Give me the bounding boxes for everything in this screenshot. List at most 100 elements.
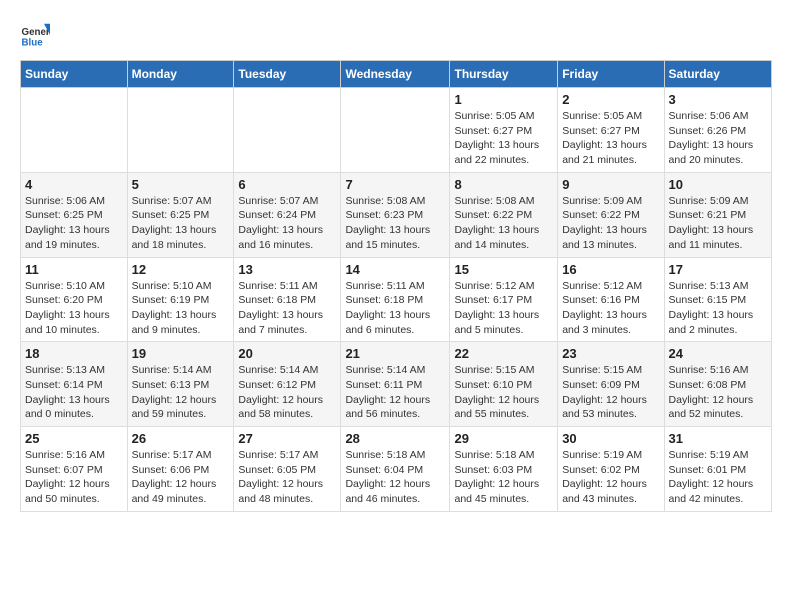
calendar-cell: 21 Sunrise: 5:14 AM Sunset: 6:11 PM Dayli… (341, 342, 450, 427)
cell-day-number: 12 (132, 262, 230, 277)
cell-info: Sunrise: 5:14 AM Sunset: 6:12 PM Dayligh… (238, 363, 336, 422)
calendar-cell: 29Sunrise: 5:18 AM Sunset: 6:03 PM Dayli… (450, 427, 558, 512)
calendar-cell: 8Sunrise: 5:08 AM Sunset: 6:22 PM Daylig… (450, 172, 558, 257)
cell-info: Sunrise: 5:13 AM Sunset: 6:15 PM Dayligh… (669, 279, 767, 338)
cell-info: Sunrise: 5:05 AM Sunset: 6:27 PM Dayligh… (454, 109, 553, 168)
cell-day-number: 15 (454, 262, 553, 277)
cell-info: Sunrise: 5:10 AM Sunset: 6:20 PM Dayligh… (25, 279, 123, 338)
cell-day-number: 6 (238, 177, 336, 192)
calendar-cell: 6Sunrise: 5:07 AM Sunset: 6:24 PM Daylig… (234, 172, 341, 257)
cell-day-number: 3 (669, 92, 767, 107)
calendar-cell: 14 Sunrise: 5:11 AM Sunset: 6:18 PM Dayli… (341, 257, 450, 342)
cell-day-number: 10 (669, 177, 767, 192)
calendar-table: SundayMondayTuesdayWednesdayThursdayFrid… (20, 60, 772, 512)
calendar-cell: 24 Sunrise: 5:16 AM Sunset: 6:08 PM Dayli… (664, 342, 771, 427)
calendar-cell (21, 88, 128, 173)
cell-day-number: 23 (562, 346, 659, 361)
cell-day-number: 13 (238, 262, 336, 277)
calendar-cell: 1 Sunrise: 5:05 AM Sunset: 6:27 PM Daylig… (450, 88, 558, 173)
cell-info: Sunrise: 5:19 AM Sunset: 6:01 PM Dayligh… (669, 448, 767, 507)
calendar-week-3: 11 Sunrise: 5:10 AM Sunset: 6:20 PM Dayli… (21, 257, 772, 342)
calendar-cell (341, 88, 450, 173)
cell-day-number: 30 (562, 431, 659, 446)
calendar-cell: 20 Sunrise: 5:14 AM Sunset: 6:12 PM Dayli… (234, 342, 341, 427)
calendar-cell: 17 Sunrise: 5:13 AM Sunset: 6:15 PM Dayli… (664, 257, 771, 342)
cell-day-number: 16 (562, 262, 659, 277)
calendar-body: 1 Sunrise: 5:05 AM Sunset: 6:27 PM Daylig… (21, 88, 772, 512)
cell-day-number: 24 (669, 346, 767, 361)
calendar-cell: 18 Sunrise: 5:13 AM Sunset: 6:14 PM Dayli… (21, 342, 128, 427)
calendar-cell: 15 Sunrise: 5:12 AM Sunset: 6:17 PM Dayli… (450, 257, 558, 342)
cell-info: Sunrise: 5:15 AM Sunset: 6:10 PM Dayligh… (454, 363, 553, 422)
cell-info: Sunrise: 5:09 AM Sunset: 6:21 PM Dayligh… (669, 194, 767, 253)
svg-text:General: General (22, 27, 51, 38)
calendar-header-saturday: Saturday (664, 61, 771, 88)
calendar-cell: 13 Sunrise: 5:11 AM Sunset: 6:18 PM Dayli… (234, 257, 341, 342)
cell-info: Sunrise: 5:19 AM Sunset: 6:02 PM Dayligh… (562, 448, 659, 507)
cell-info: Sunrise: 5:07 AM Sunset: 6:25 PM Dayligh… (132, 194, 230, 253)
cell-day-number: 27 (238, 431, 336, 446)
calendar-week-2: 4 Sunrise: 5:06 AM Sunset: 6:25 PM Daylig… (21, 172, 772, 257)
calendar-cell: 4 Sunrise: 5:06 AM Sunset: 6:25 PM Daylig… (21, 172, 128, 257)
page-header: General Blue (20, 20, 772, 50)
calendar-cell: 16 Sunrise: 5:12 AM Sunset: 6:16 PM Dayli… (558, 257, 664, 342)
cell-info: Sunrise: 5:17 AM Sunset: 6:05 PM Dayligh… (238, 448, 336, 507)
cell-info: Sunrise: 5:13 AM Sunset: 6:14 PM Dayligh… (25, 363, 123, 422)
calendar-cell: 11 Sunrise: 5:10 AM Sunset: 6:20 PM Dayli… (21, 257, 128, 342)
calendar-cell: 7 Sunrise: 5:08 AM Sunset: 6:23 PM Daylig… (341, 172, 450, 257)
cell-info: Sunrise: 5:14 AM Sunset: 6:11 PM Dayligh… (345, 363, 445, 422)
cell-info: Sunrise: 5:11 AM Sunset: 6:18 PM Dayligh… (345, 279, 445, 338)
cell-day-number: 11 (25, 262, 123, 277)
cell-info: Sunrise: 5:18 AM Sunset: 6:04 PM Dayligh… (345, 448, 445, 507)
cell-day-number: 17 (669, 262, 767, 277)
cell-day-number: 31 (669, 431, 767, 446)
calendar-cell: 30 Sunrise: 5:19 AM Sunset: 6:02 PM Dayli… (558, 427, 664, 512)
cell-day-number: 4 (25, 177, 123, 192)
calendar-cell: 31 Sunrise: 5:19 AM Sunset: 6:01 PM Dayli… (664, 427, 771, 512)
calendar-cell: 28 Sunrise: 5:18 AM Sunset: 6:04 PM Dayli… (341, 427, 450, 512)
cell-day-number: 19 (132, 346, 230, 361)
cell-info: Sunrise: 5:12 AM Sunset: 6:16 PM Dayligh… (562, 279, 659, 338)
calendar-cell: 3Sunrise: 5:06 AM Sunset: 6:26 PM Daylig… (664, 88, 771, 173)
cell-day-number: 28 (345, 431, 445, 446)
cell-day-number: 5 (132, 177, 230, 192)
logo: General Blue (20, 20, 50, 50)
calendar-header-row: SundayMondayTuesdayWednesdayThursdayFrid… (21, 61, 772, 88)
cell-info: Sunrise: 5:16 AM Sunset: 6:08 PM Dayligh… (669, 363, 767, 422)
calendar-header-sunday: Sunday (21, 61, 128, 88)
cell-day-number: 26 (132, 431, 230, 446)
cell-day-number: 1 (454, 92, 553, 107)
cell-info: Sunrise: 5:14 AM Sunset: 6:13 PM Dayligh… (132, 363, 230, 422)
calendar-week-1: 1 Sunrise: 5:05 AM Sunset: 6:27 PM Daylig… (21, 88, 772, 173)
calendar-week-4: 18 Sunrise: 5:13 AM Sunset: 6:14 PM Dayli… (21, 342, 772, 427)
cell-info: Sunrise: 5:18 AM Sunset: 6:03 PM Dayligh… (454, 448, 553, 507)
cell-info: Sunrise: 5:11 AM Sunset: 6:18 PM Dayligh… (238, 279, 336, 338)
cell-day-number: 22 (454, 346, 553, 361)
calendar-cell: 12 Sunrise: 5:10 AM Sunset: 6:19 PM Dayli… (127, 257, 234, 342)
cell-info: Sunrise: 5:10 AM Sunset: 6:19 PM Dayligh… (132, 279, 230, 338)
cell-day-number: 20 (238, 346, 336, 361)
cell-day-number: 18 (25, 346, 123, 361)
cell-day-number: 25 (25, 431, 123, 446)
calendar-cell: 2 Sunrise: 5:05 AM Sunset: 6:27 PM Daylig… (558, 88, 664, 173)
cell-info: Sunrise: 5:05 AM Sunset: 6:27 PM Dayligh… (562, 109, 659, 168)
cell-day-number: 14 (345, 262, 445, 277)
cell-day-number: 21 (345, 346, 445, 361)
cell-info: Sunrise: 5:12 AM Sunset: 6:17 PM Dayligh… (454, 279, 553, 338)
calendar-cell (127, 88, 234, 173)
cell-day-number: 9 (562, 177, 659, 192)
calendar-header-monday: Monday (127, 61, 234, 88)
calendar-week-5: 25Sunrise: 5:16 AM Sunset: 6:07 PM Dayli… (21, 427, 772, 512)
cell-info: Sunrise: 5:08 AM Sunset: 6:23 PM Dayligh… (345, 194, 445, 253)
calendar-header-thursday: Thursday (450, 61, 558, 88)
svg-text:Blue: Blue (22, 38, 44, 49)
calendar-cell: 22 Sunrise: 5:15 AM Sunset: 6:10 PM Dayli… (450, 342, 558, 427)
cell-day-number: 7 (345, 177, 445, 192)
calendar-cell: 19 Sunrise: 5:14 AM Sunset: 6:13 PM Dayli… (127, 342, 234, 427)
cell-day-number: 2 (562, 92, 659, 107)
logo-icon: General Blue (20, 20, 50, 50)
calendar-cell: 10 Sunrise: 5:09 AM Sunset: 6:21 PM Dayli… (664, 172, 771, 257)
cell-info: Sunrise: 5:08 AM Sunset: 6:22 PM Dayligh… (454, 194, 553, 253)
cell-info: Sunrise: 5:06 AM Sunset: 6:25 PM Dayligh… (25, 194, 123, 253)
calendar-cell: 27 Sunrise: 5:17 AM Sunset: 6:05 PM Dayli… (234, 427, 341, 512)
